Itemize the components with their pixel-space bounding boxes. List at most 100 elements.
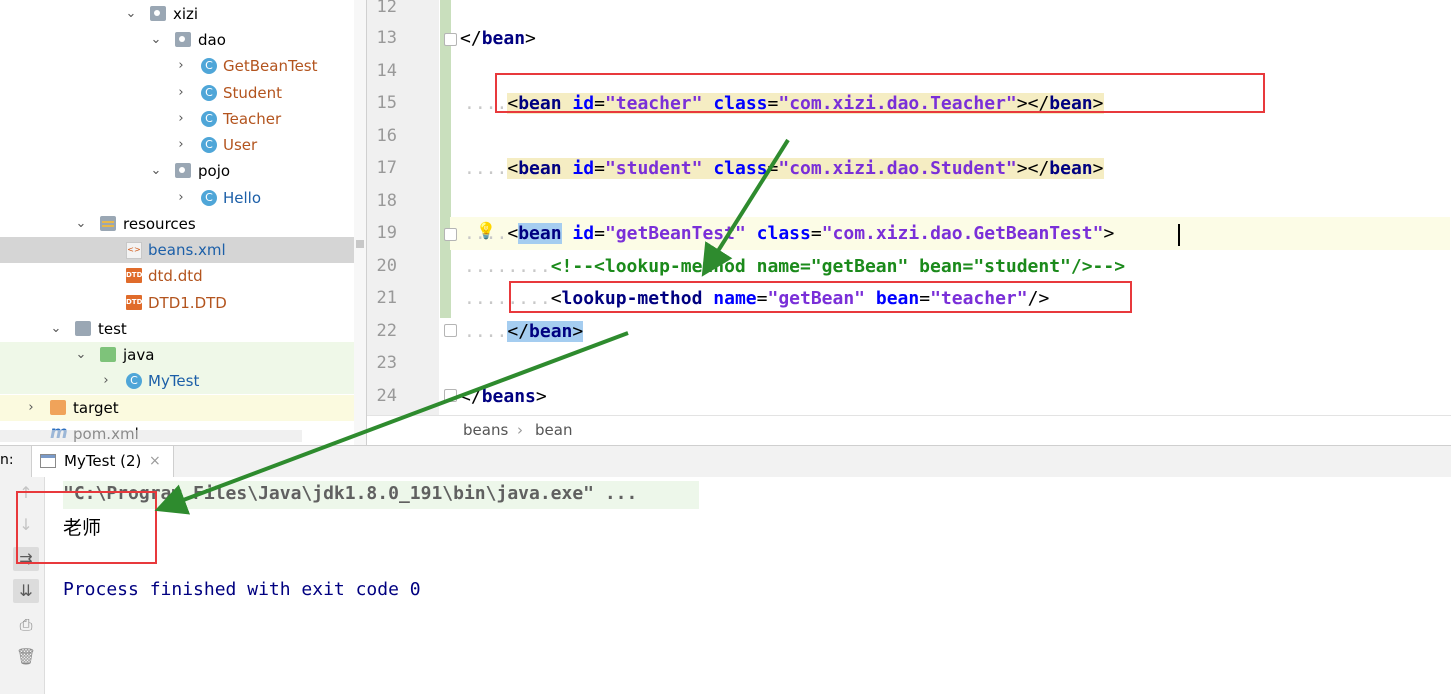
token: class — [756, 223, 811, 244]
token: < — [507, 158, 519, 179]
breadcrumb-item[interactable]: bean — [535, 416, 572, 445]
breadcrumb: beans › bean — [367, 415, 1451, 446]
chevron-right-icon[interactable]: › — [174, 185, 188, 211]
code-line-20[interactable]: ........<!--<lookup-method name="getBean… — [464, 252, 1125, 282]
scroll-to-end-icon[interactable]: ⇊ — [13, 579, 39, 603]
annotation-box-output — [16, 491, 157, 564]
code-line-13[interactable]: </bean> — [460, 24, 536, 54]
token: = — [594, 223, 605, 244]
indent-guide: ........ — [464, 256, 551, 277]
token: </ — [460, 386, 482, 407]
tree-item-getbeantest[interactable]: › C GetBeanTest — [0, 53, 366, 79]
chevron-down-icon[interactable]: ⌄ — [124, 1, 138, 27]
class-icon: C — [201, 85, 217, 101]
line-number: 14 — [376, 61, 397, 81]
xml-file-icon: <> — [126, 242, 142, 259]
annotation-box-teacher-bean — [495, 73, 1265, 113]
token: "com.xizi.dao.GetBeanTest" — [821, 223, 1104, 244]
token: "student" — [604, 158, 703, 179]
tree-item-student[interactable]: › C Student — [0, 80, 366, 106]
token: "com.xizi.dao.Student" — [778, 158, 1017, 179]
tree-item-pojo[interactable]: ⌄ pojo — [0, 158, 366, 184]
token: ></ — [1016, 158, 1050, 179]
line-number: 24 — [376, 386, 397, 406]
trash-icon[interactable]: 🗑 — [13, 645, 39, 669]
project-tree: ⌄ xizi ⌄ dao › C GetBeanTest › C Student… — [0, 0, 366, 445]
tree-item-dao[interactable]: ⌄ dao — [0, 27, 366, 53]
breadcrumb-item[interactable]: beans — [463, 416, 508, 445]
chevron-down-icon[interactable]: ⌄ — [74, 342, 88, 368]
indent-guide: .... — [464, 321, 508, 342]
chevron-right-icon[interactable]: › — [174, 132, 188, 158]
chevron-down-icon[interactable]: ⌄ — [49, 316, 63, 342]
tree-item-target[interactable]: › target — [0, 395, 366, 421]
tree-scrollbar[interactable] — [354, 0, 366, 445]
tree-item-label: beans.xml — [148, 241, 226, 259]
token: bean — [1049, 158, 1093, 179]
tab-label: MyTest (2) — [64, 452, 142, 470]
tree-item-xizi[interactable]: ⌄ xizi — [0, 1, 366, 27]
tree-item-label: java — [123, 346, 155, 364]
chevron-down-icon[interactable]: ⌄ — [74, 211, 88, 237]
fold-marker-icon[interactable] — [444, 228, 457, 241]
line-number: 23 — [376, 353, 397, 373]
console-exit-message: Process finished with exit code 0 — [63, 579, 421, 600]
token: > — [1103, 223, 1115, 244]
tree-item-test[interactable]: ⌄ test — [0, 316, 366, 342]
chevron-right-icon[interactable]: › — [99, 368, 113, 394]
tree-item-user[interactable]: › C User — [0, 132, 366, 158]
resources-folder-icon — [100, 216, 116, 231]
chevron-down-icon[interactable]: ⌄ — [149, 158, 163, 184]
test-folder-icon — [100, 347, 116, 362]
fold-marker-icon[interactable] — [444, 389, 457, 402]
token: = — [594, 158, 605, 179]
run-tab-bar: n: MyTest (2) × — [0, 445, 1451, 478]
tree-item-label: Hello — [223, 189, 262, 207]
tree-item-teacher[interactable]: › C Teacher — [0, 106, 366, 132]
code-comment: <!--<lookup-method name="getBean" bean="… — [550, 256, 1126, 277]
tree-item-label: pojo — [198, 162, 231, 180]
class-icon: C — [201, 58, 217, 74]
class-icon: C — [201, 111, 217, 127]
close-icon[interactable]: × — [149, 453, 161, 469]
fold-marker-icon[interactable] — [444, 33, 457, 46]
code-line-22[interactable]: ....</bean> — [464, 317, 584, 347]
run-config-icon — [40, 454, 56, 468]
chevron-right-icon[interactable]: › — [174, 80, 188, 106]
code-line-17[interactable]: ....<bean id="student" class="com.xizi.d… — [464, 154, 1104, 184]
fold-marker-icon[interactable] — [444, 324, 457, 337]
code-line-24[interactable]: </beans> — [460, 382, 547, 412]
breadcrumb-separator: › — [517, 421, 523, 439]
tree-item-resources[interactable]: ⌄ resources — [0, 211, 366, 237]
tree-item-beans-xml[interactable]: <> beans.xml — [0, 237, 354, 263]
token: beans — [481, 386, 536, 407]
tree-item-label: Student — [223, 84, 283, 102]
chevron-down-icon[interactable]: ⌄ — [149, 27, 163, 53]
tree-item-dtd-dtd[interactable]: DTD dtd.dtd — [0, 263, 366, 289]
tree-item-label: target — [73, 399, 119, 417]
tree-item-label: resources — [123, 215, 196, 233]
tree-item-label: MyTest — [148, 372, 200, 390]
horizontal-scrollbar[interactable] — [0, 430, 302, 442]
print-icon[interactable]: ⎙ — [13, 613, 39, 637]
chevron-right-icon[interactable]: › — [174, 106, 188, 132]
token: > — [525, 28, 536, 49]
tree-item-dtd1-dtd[interactable]: DTD DTD1.DTD — [0, 290, 366, 316]
code-line-19[interactable]: ....<bean id="getBeanTest" class="com.xi… — [464, 219, 1114, 249]
indent-guide: .... — [464, 158, 508, 179]
tree-item-hello[interactable]: › C Hello — [0, 185, 366, 211]
console-output[interactable]: "C:\Program Files\Java\jdk1.8.0_191\bin\… — [45, 477, 1451, 694]
token: > — [535, 386, 547, 407]
chevron-right-icon[interactable]: › — [24, 395, 38, 421]
token: bean — [518, 223, 562, 244]
folder-icon — [75, 321, 91, 336]
vcs-change-marker — [440, 0, 451, 318]
class-icon: C — [201, 190, 217, 206]
dtd-file-icon: DTD — [126, 295, 142, 310]
scrollbar-thumb[interactable] — [356, 240, 364, 248]
tab-mytest[interactable]: MyTest (2) × — [31, 446, 174, 478]
token: bean — [518, 158, 562, 179]
tree-item-mytest[interactable]: › C MyTest — [0, 368, 354, 394]
tree-item-java[interactable]: ⌄ java — [0, 342, 354, 368]
chevron-right-icon[interactable]: › — [174, 53, 188, 79]
